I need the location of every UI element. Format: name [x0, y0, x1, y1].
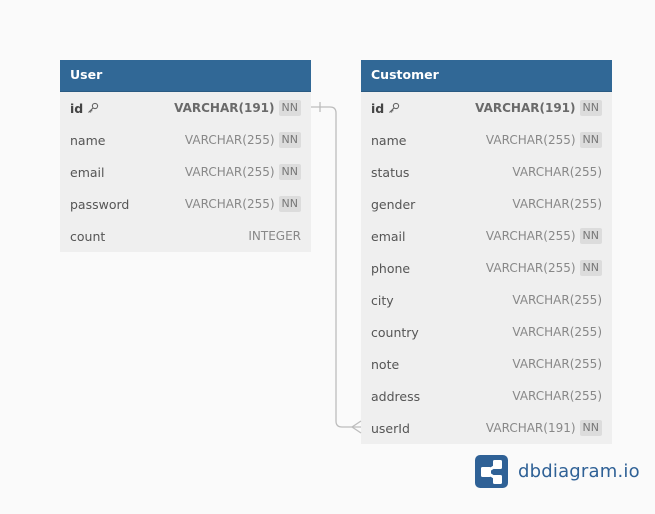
table-body: id VARCHAR(191) NN name VARCHAR(255) NN status… — [361, 92, 612, 444]
table-row[interactable]: city VARCHAR(255) — [361, 284, 612, 316]
column-name: count — [70, 229, 248, 244]
table-row[interactable]: gender VARCHAR(255) — [361, 188, 612, 220]
primary-key-icon — [87, 102, 99, 114]
column-type: VARCHAR(191) — [174, 101, 275, 115]
column-type: VARCHAR(255) — [485, 229, 576, 243]
column-type: VARCHAR(255) — [512, 389, 602, 403]
column-type: VARCHAR(255) — [512, 165, 602, 179]
column-name: status — [371, 165, 512, 180]
column-type: VARCHAR(255) — [184, 197, 275, 211]
column-name-text: note — [371, 356, 400, 372]
table-row[interactable]: email VARCHAR(255) NN — [60, 156, 311, 188]
column-name-text: password — [70, 196, 130, 212]
column-name-text: name — [70, 132, 106, 148]
table-row[interactable]: status VARCHAR(255) — [361, 156, 612, 188]
table-row[interactable]: id VARCHAR(191) NN — [60, 92, 311, 124]
not-null-badge: NN — [278, 100, 301, 116]
brand-name: dbdiagram.io — [518, 461, 640, 482]
column-name: city — [371, 293, 512, 308]
column-name-text: id — [70, 100, 84, 116]
table-row[interactable]: count INTEGER — [60, 220, 311, 252]
table-row[interactable]: password VARCHAR(255) NN — [60, 188, 311, 220]
not-null-badge: NN — [278, 132, 301, 148]
table-row[interactable]: name VARCHAR(255) NN — [60, 124, 311, 156]
table-header[interactable]: User — [60, 60, 311, 92]
column-type: VARCHAR(191) — [485, 421, 576, 435]
column-name-text: phone — [371, 260, 411, 276]
column-name-text: name — [371, 132, 407, 148]
column-name-text: userId — [371, 420, 410, 436]
column-name-text: status — [371, 164, 410, 180]
table-user[interactable]: User id VARCHAR(191) NN name VARCHAR(255) NN e… — [60, 60, 311, 252]
column-type: VARCHAR(255) — [512, 293, 602, 307]
table-customer[interactable]: Customer id VARCHAR(191) NN name VARCHAR(255… — [361, 60, 612, 444]
table-row[interactable]: name VARCHAR(255) NN — [361, 124, 612, 156]
column-name: name — [371, 133, 486, 148]
column-name-text: count — [70, 228, 106, 244]
column-name: note — [371, 357, 512, 372]
column-type: VARCHAR(255) — [184, 133, 275, 147]
not-null-badge: NN — [579, 228, 602, 244]
not-null-badge: NN — [278, 164, 301, 180]
column-name: country — [371, 325, 512, 340]
column-name: userId — [371, 421, 486, 436]
column-name: password — [70, 197, 185, 212]
column-name-text: email — [70, 164, 105, 180]
not-null-badge: NN — [579, 420, 602, 436]
table-row[interactable]: note VARCHAR(255) — [361, 348, 612, 380]
column-type: VARCHAR(255) — [512, 357, 602, 371]
not-null-badge: NN — [278, 196, 301, 212]
column-type: VARCHAR(255) — [184, 165, 275, 179]
column-name: address — [371, 389, 512, 404]
column-name-text: city — [371, 292, 394, 308]
not-null-badge: NN — [579, 132, 602, 148]
column-name-text: id — [371, 100, 385, 116]
column-name: phone — [371, 261, 486, 276]
column-name: id — [371, 101, 475, 116]
primary-key-icon — [388, 102, 400, 114]
column-type: INTEGER — [248, 229, 301, 243]
column-name: name — [70, 133, 185, 148]
table-row[interactable]: address VARCHAR(255) — [361, 380, 612, 412]
column-name-text: email — [371, 228, 406, 244]
column-name: gender — [371, 197, 512, 212]
relationship-line[interactable] — [311, 106, 361, 428]
column-name: email — [371, 229, 486, 244]
column-name-text: address — [371, 388, 421, 404]
table-row[interactable]: country VARCHAR(255) — [361, 316, 612, 348]
column-name-text: country — [371, 324, 419, 340]
not-null-badge: NN — [579, 260, 602, 276]
column-type: VARCHAR(255) — [485, 261, 576, 275]
brand-logo[interactable]: dbdiagram.io — [475, 455, 640, 488]
table-row[interactable]: userId VARCHAR(191) NN — [361, 412, 612, 444]
not-null-badge: NN — [579, 100, 602, 116]
many-marker — [351, 420, 362, 434]
table-row[interactable]: id VARCHAR(191) NN — [361, 92, 612, 124]
column-type: VARCHAR(255) — [512, 197, 602, 211]
column-name: id — [70, 101, 174, 116]
column-name-text: gender — [371, 196, 416, 212]
column-type: VARCHAR(255) — [485, 133, 576, 147]
column-type: VARCHAR(191) — [475, 101, 576, 115]
table-body: id VARCHAR(191) NN name VARCHAR(255) NN email V… — [60, 92, 311, 252]
table-row[interactable]: email VARCHAR(255) NN — [361, 220, 612, 252]
table-header[interactable]: Customer — [361, 60, 612, 92]
dbdiagram-logo-icon — [475, 455, 508, 488]
table-row[interactable]: phone VARCHAR(255) NN — [361, 252, 612, 284]
column-name: email — [70, 165, 185, 180]
column-type: VARCHAR(255) — [512, 325, 602, 339]
